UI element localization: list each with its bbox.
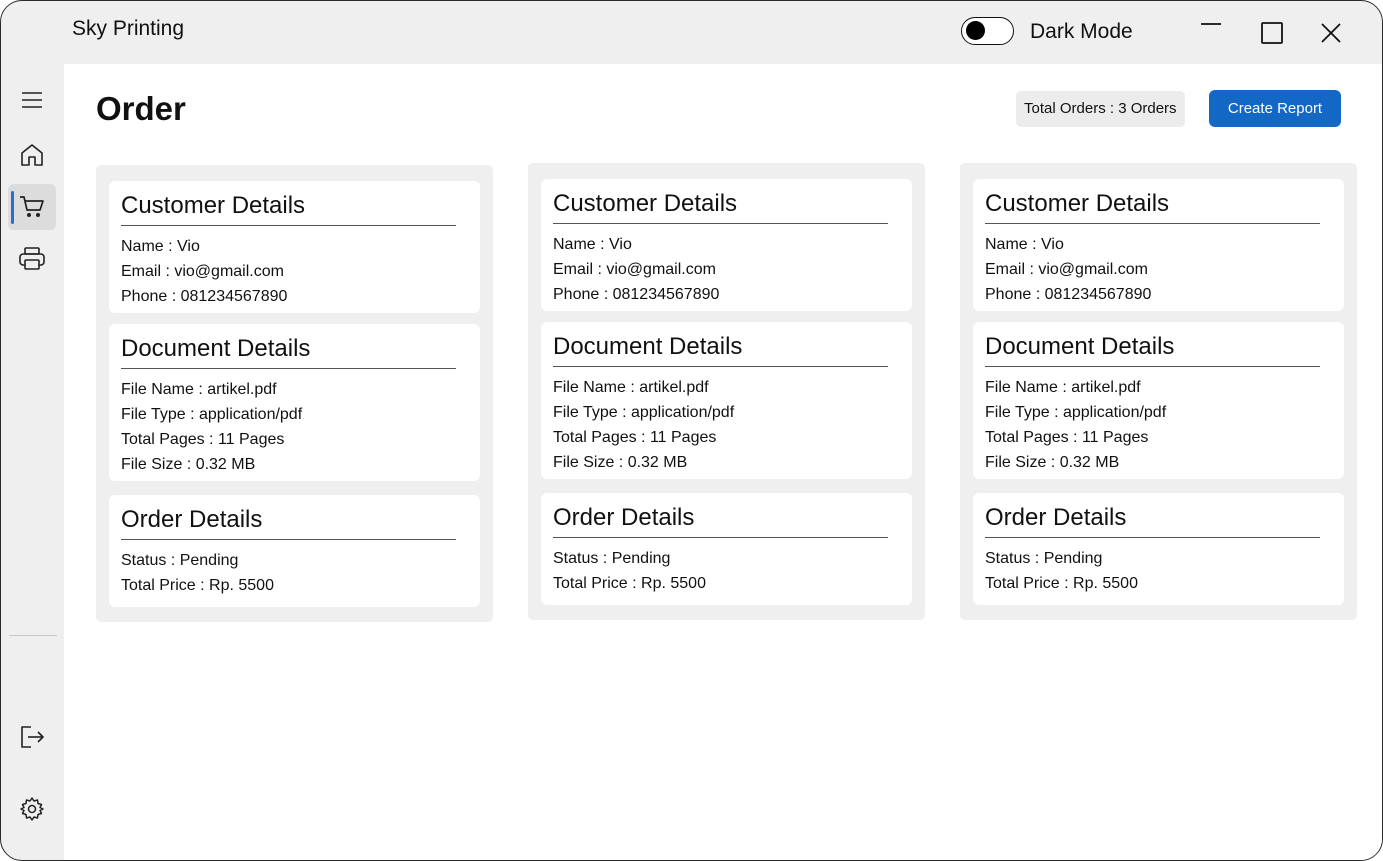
- customer-details-section: Customer Details Name : Vio Email : vio@…: [541, 179, 912, 311]
- order-details-section: Order Details Status : Pending Total Pri…: [541, 493, 912, 605]
- section-title: Document Details: [121, 335, 311, 362]
- logout-icon: [21, 726, 44, 748]
- sidebar-item-home[interactable]: [8, 132, 56, 178]
- order-card: Customer Details Name : Vio Email : vio@…: [96, 165, 493, 622]
- section-title: Customer Details: [985, 190, 1170, 217]
- order-status: Status : Pending: [553, 550, 671, 567]
- section-divider: [121, 225, 456, 226]
- customer-phone: Phone : 081234567890: [553, 286, 720, 303]
- file-type: File Type : application/pdf: [553, 404, 735, 421]
- total-pages: Total Pages : 11 Pages: [985, 429, 1149, 446]
- section-title: Order Details: [121, 506, 263, 533]
- customer-email: Email : vio@gmail.com: [985, 261, 1148, 278]
- app-title: Sky Printing: [72, 17, 185, 40]
- title-bar: Sky Printing Dark Mode: [1, 1, 1382, 64]
- section-title: Document Details: [553, 333, 743, 360]
- menu-button[interactable]: [8, 77, 56, 123]
- customer-name: Name : Vio: [985, 236, 1064, 253]
- minimize-button[interactable]: [1193, 15, 1229, 51]
- customer-name: Name : Vio: [553, 236, 632, 253]
- printer-icon: [19, 247, 45, 270]
- file-size: File Size : 0.32 MB: [121, 456, 256, 473]
- maximize-button[interactable]: [1254, 15, 1290, 51]
- customer-email: Email : vio@gmail.com: [553, 261, 716, 278]
- file-name: File Name : artikel.pdf: [985, 379, 1141, 396]
- section-divider: [985, 223, 1320, 224]
- total-price: Total Price : Rp. 5500: [553, 575, 706, 592]
- sidebar-item-print[interactable]: [8, 236, 56, 282]
- order-details-section: Order Details Status : Pending Total Pri…: [109, 495, 480, 607]
- toggle-knob: [966, 21, 985, 40]
- total-pages: Total Pages : 11 Pages: [121, 431, 285, 448]
- file-size: File Size : 0.32 MB: [553, 454, 688, 471]
- main-content: Order Total Orders : 3 Orders Create Rep…: [64, 64, 1382, 860]
- document-details-section: Document Details File Name : artikel.pdf…: [541, 322, 912, 479]
- close-button[interactable]: [1313, 15, 1349, 51]
- customer-phone: Phone : 081234567890: [121, 288, 288, 305]
- section-title: Customer Details: [553, 190, 738, 217]
- settings-icon: [20, 797, 44, 821]
- section-divider: [121, 368, 456, 369]
- customer-details-section: Customer Details Name : Vio Email : vio@…: [973, 179, 1344, 311]
- logout-button[interactable]: [8, 714, 56, 760]
- sidebar: [1, 64, 64, 860]
- customer-phone: Phone : 081234567890: [985, 286, 1152, 303]
- maximize-icon: [1261, 22, 1283, 44]
- section-divider: [121, 539, 456, 540]
- total-pages: Total Pages : 11 Pages: [553, 429, 717, 446]
- customer-email: Email : vio@gmail.com: [121, 263, 284, 280]
- total-price: Total Price : Rp. 5500: [985, 575, 1138, 592]
- total-price: Total Price : Rp. 5500: [121, 577, 274, 594]
- file-type: File Type : application/pdf: [121, 406, 303, 423]
- section-title: Order Details: [985, 504, 1127, 531]
- section-divider: [553, 223, 888, 224]
- dark-mode-label: Dark Mode: [1030, 20, 1133, 43]
- file-name: File Name : artikel.pdf: [553, 379, 709, 396]
- order-details-section: Order Details Status : Pending Total Pri…: [973, 493, 1344, 605]
- file-size: File Size : 0.32 MB: [985, 454, 1120, 471]
- order-status: Status : Pending: [985, 550, 1103, 567]
- file-name: File Name : artikel.pdf: [121, 381, 277, 398]
- section-title: Customer Details: [121, 192, 306, 219]
- order-status: Status : Pending: [121, 552, 239, 569]
- customer-details-section: Customer Details Name : Vio Email : vio@…: [109, 181, 480, 313]
- active-indicator: [11, 191, 14, 224]
- file-type: File Type : application/pdf: [985, 404, 1167, 421]
- section-divider: [985, 537, 1320, 538]
- menu-icon: [22, 92, 42, 108]
- cart-icon: [20, 196, 44, 217]
- minimize-icon: [1201, 23, 1221, 25]
- order-card: Customer Details Name : Vio Email : vio@…: [528, 163, 925, 620]
- section-title: Order Details: [553, 504, 695, 531]
- total-orders-badge: Total Orders : 3 Orders: [1016, 91, 1185, 127]
- page-title: Order: [96, 90, 186, 127]
- sidebar-divider: [9, 635, 57, 636]
- order-card: Customer Details Name : Vio Email : vio@…: [960, 163, 1357, 620]
- customer-name: Name : Vio: [121, 238, 200, 255]
- sidebar-item-orders[interactable]: [8, 184, 56, 230]
- section-divider: [553, 366, 888, 367]
- home-icon: [21, 144, 43, 166]
- section-divider: [985, 366, 1320, 367]
- create-report-button[interactable]: Create Report: [1209, 90, 1341, 127]
- section-title: Document Details: [985, 333, 1175, 360]
- close-icon: [1321, 23, 1341, 43]
- document-details-section: Document Details File Name : artikel.pdf…: [109, 324, 480, 481]
- app-window: Sky Printing Dark Mode Order Total Order…: [0, 0, 1383, 861]
- document-details-section: Document Details File Name : artikel.pdf…: [973, 322, 1344, 479]
- dark-mode-toggle[interactable]: [961, 17, 1014, 45]
- settings-button[interactable]: [8, 786, 56, 832]
- section-divider: [553, 537, 888, 538]
